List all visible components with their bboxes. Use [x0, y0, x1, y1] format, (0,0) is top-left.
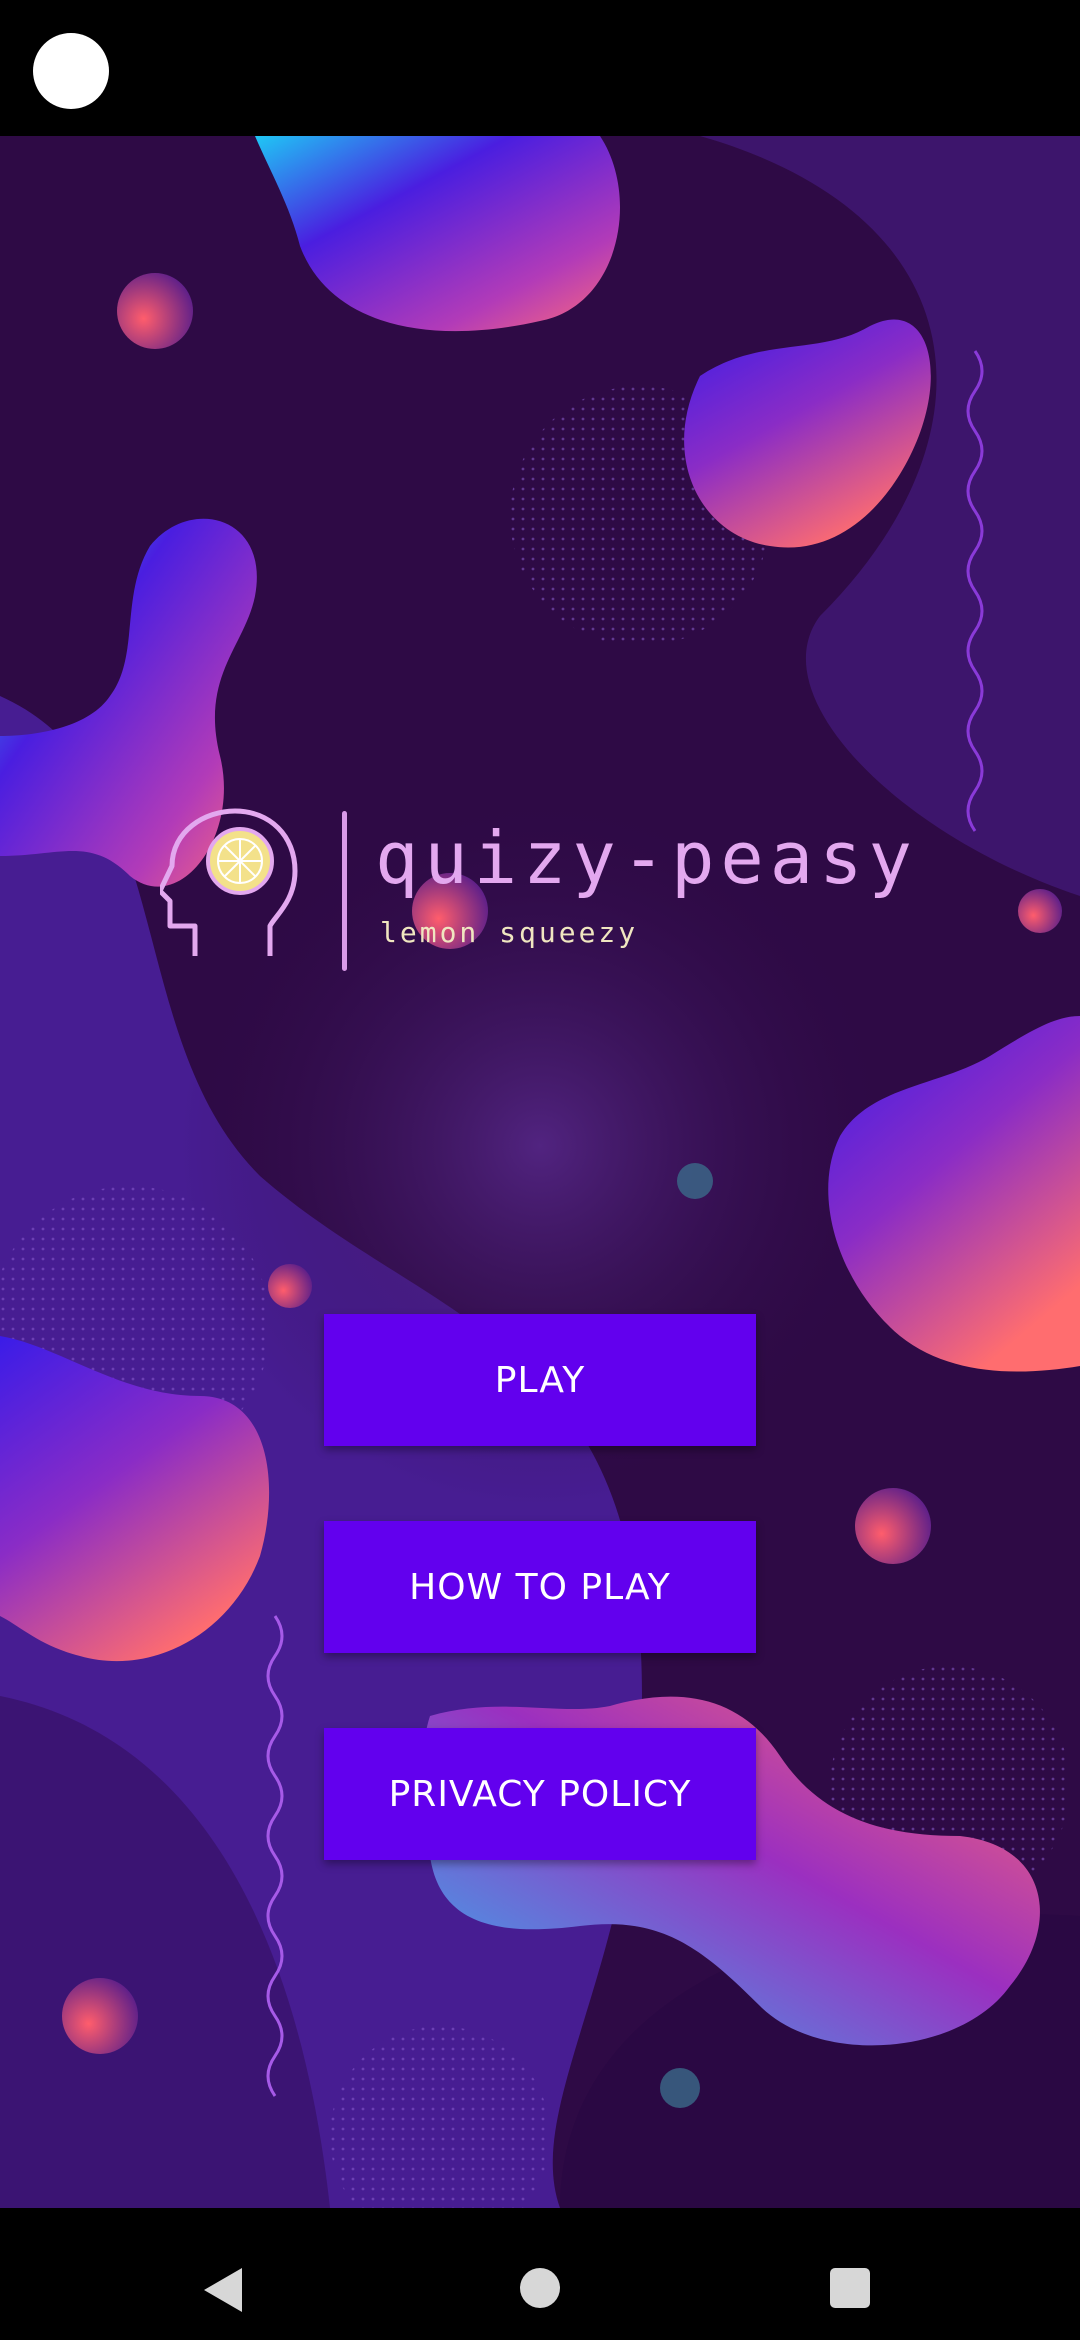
home-screen: quizy-peasy lemon squeezy PLAY HOW TO PL…: [0, 136, 1080, 2208]
app-tagline: lemon squeezy: [380, 916, 639, 949]
status-bar: [0, 0, 1080, 136]
back-triangle-icon[interactable]: [204, 2268, 242, 2312]
recent-apps-square-icon[interactable]: [830, 2268, 870, 2308]
app-title: quizy-peasy: [375, 816, 918, 900]
app-logo: quizy-peasy lemon squeezy: [160, 666, 920, 986]
head-with-lemon-icon: [160, 808, 298, 956]
privacy-policy-button[interactable]: PRIVACY POLICY: [324, 1728, 756, 1860]
home-circle-icon[interactable]: [520, 2268, 560, 2308]
navigation-bar: [0, 2208, 1080, 2340]
how-to-play-button[interactable]: HOW TO PLAY: [324, 1521, 756, 1653]
phone-frame: quizy-peasy lemon squeezy PLAY HOW TO PL…: [0, 0, 1080, 2340]
front-camera: [33, 33, 109, 109]
logo-divider: [342, 811, 347, 971]
play-button[interactable]: PLAY: [324, 1314, 756, 1446]
background-art: [0, 136, 1080, 2208]
